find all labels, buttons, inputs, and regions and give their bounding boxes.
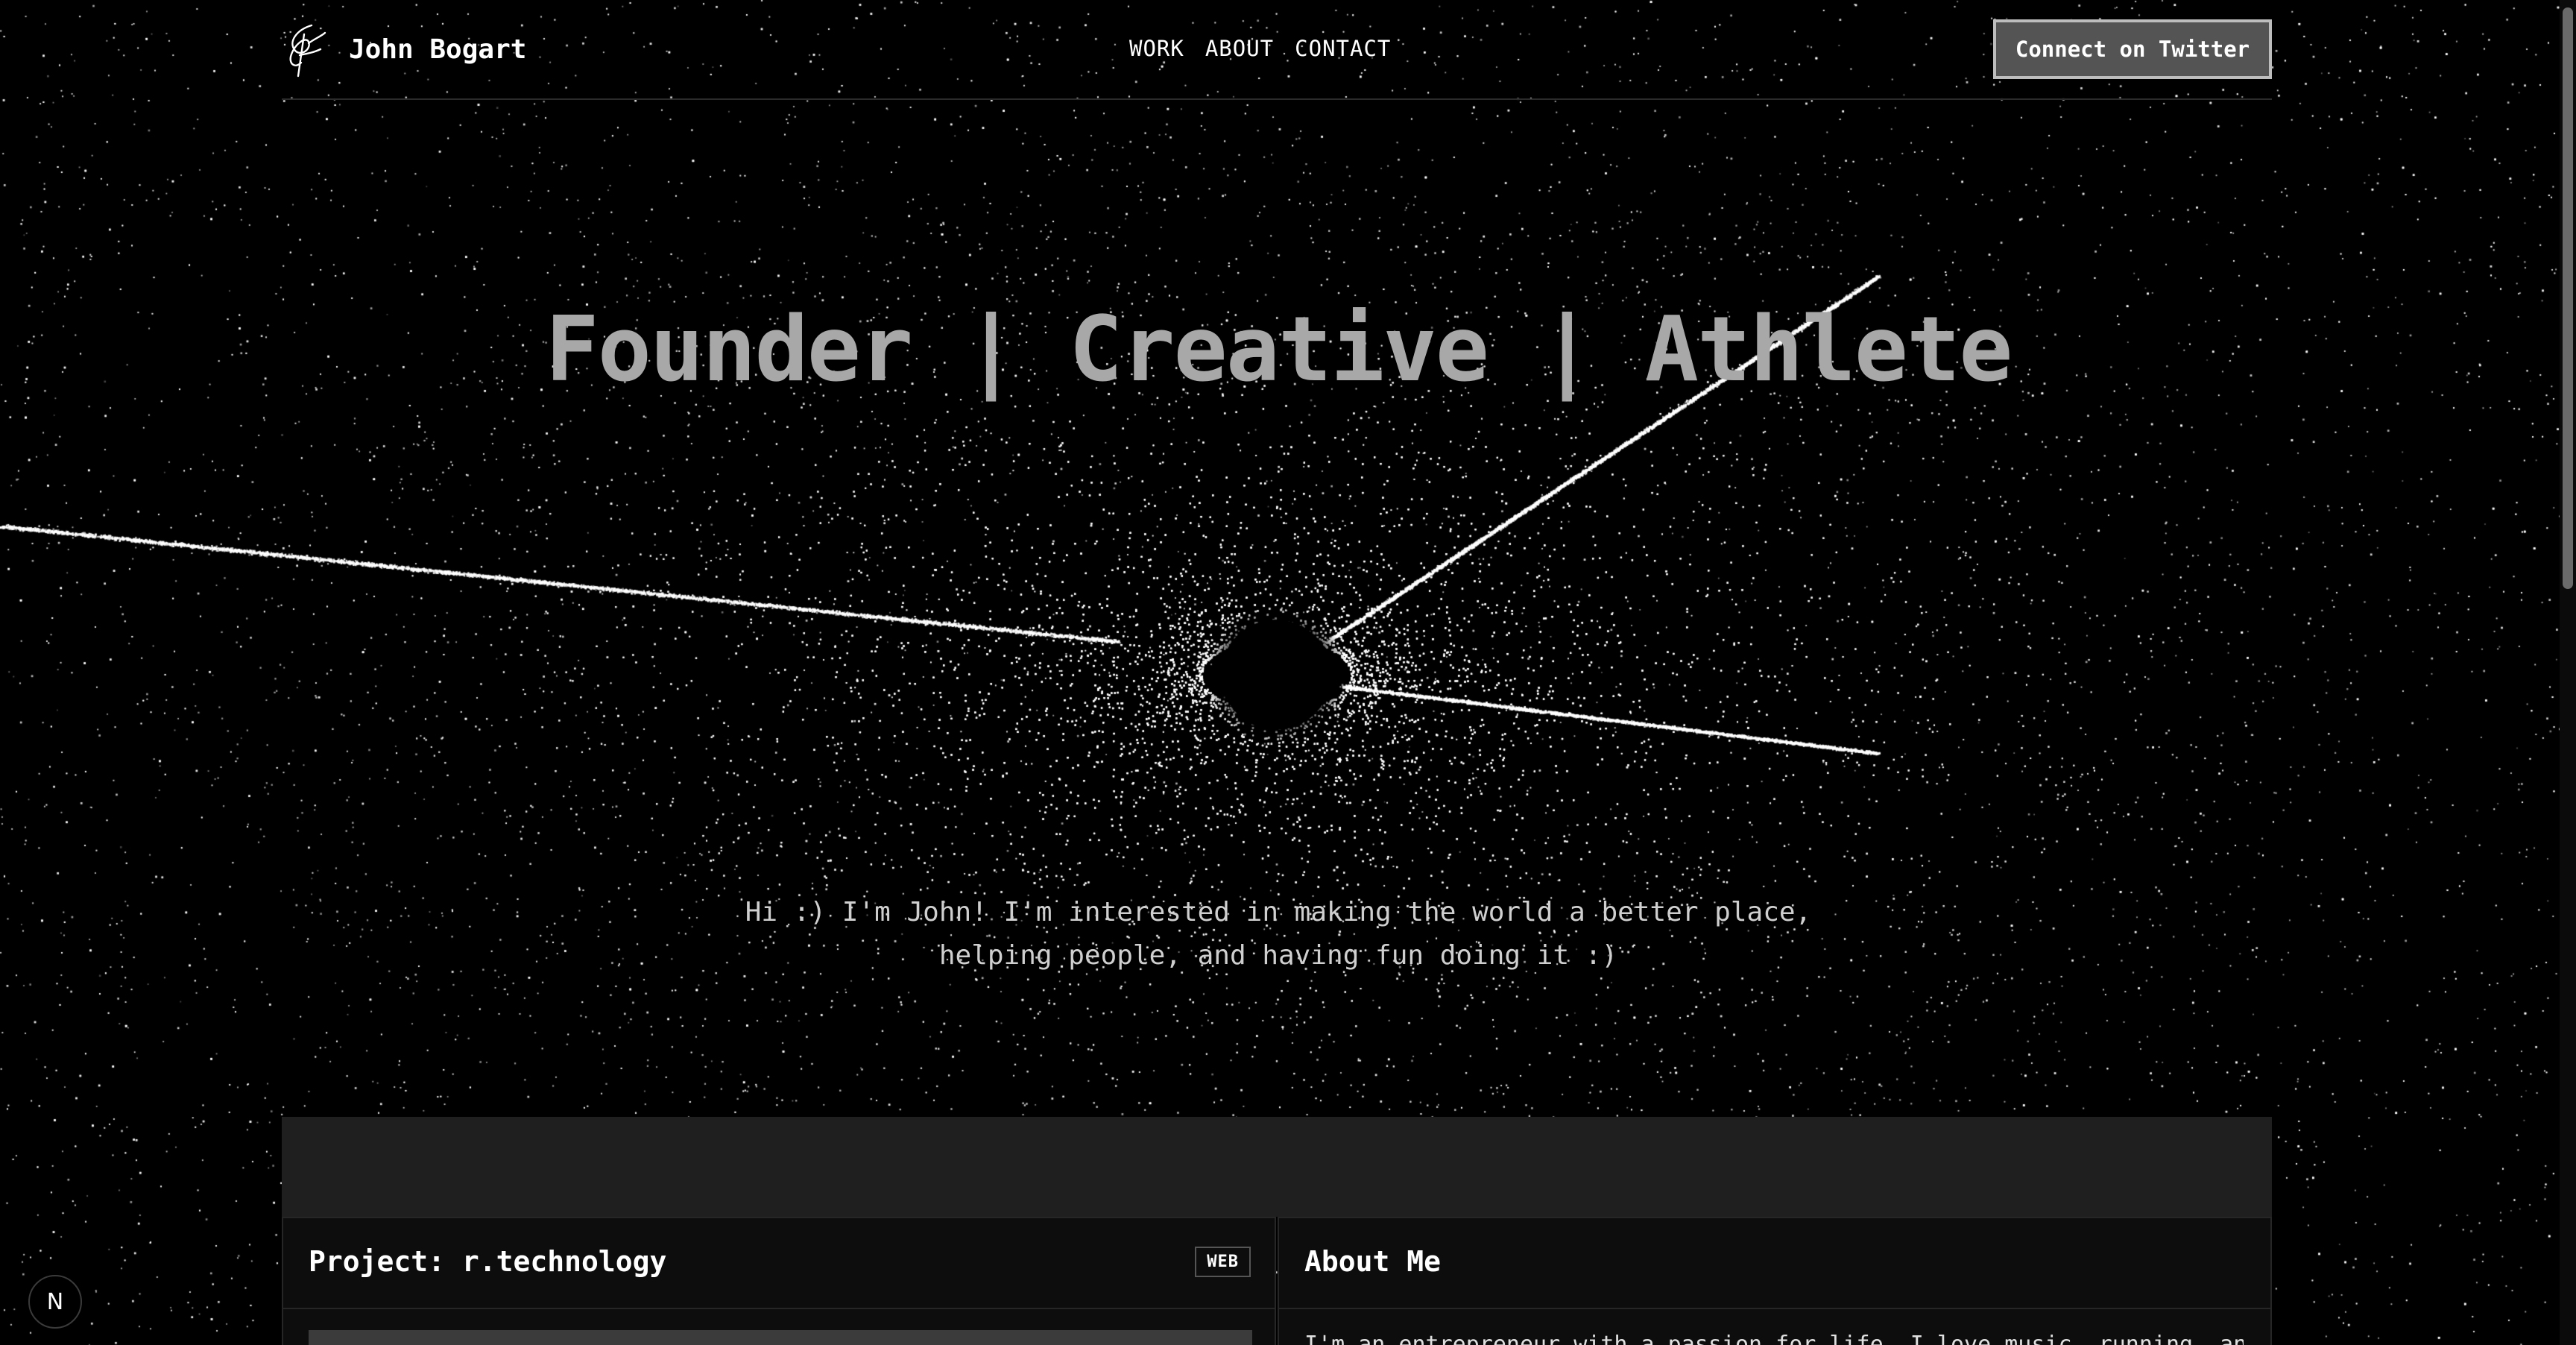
nextjs-icon[interactable]: N bbox=[28, 1275, 82, 1329]
scrollbar-thumb[interactable] bbox=[2563, 7, 2573, 589]
about-card-text: I'm an entrepreneur with a passion for l… bbox=[1304, 1332, 2244, 1345]
nav-contact[interactable]: CONTACT bbox=[1295, 36, 1391, 61]
main-nav: WORK ABOUT CONTACT bbox=[1129, 36, 1391, 61]
hero-subtitle-line-1: Hi :) I'm John! I'm interested in making… bbox=[745, 897, 1812, 927]
connect-twitter-button[interactable]: Connect on Twitter bbox=[1993, 19, 2272, 79]
hero-title: Founder | Creative | Athlete bbox=[545, 298, 2013, 402]
project-card-title: Project: r.technology bbox=[309, 1245, 667, 1278]
hero-subtitle: Hi :) I'm John! I'm interested in making… bbox=[0, 891, 2557, 977]
about-card-header: About Me bbox=[1279, 1218, 2270, 1309]
project-card[interactable]: Project: r.technology WEB bbox=[282, 1217, 1276, 1345]
project-preview-image bbox=[309, 1330, 1252, 1345]
project-card-header: Project: r.technology WEB bbox=[283, 1218, 1275, 1309]
signature-logo-icon bbox=[289, 24, 326, 78]
page: John Bogart WORK ABOUT CONTACT Connect o… bbox=[0, 0, 2576, 1345]
project-tag-badge: WEB bbox=[1195, 1247, 1251, 1277]
nav-about[interactable]: ABOUT bbox=[1205, 36, 1274, 61]
about-card: About Me I'm an entrepreneur with a pass… bbox=[1278, 1217, 2272, 1345]
hero-subtitle-line-2: helping people, and having fun doing it … bbox=[938, 940, 1618, 971]
about-card-title: About Me bbox=[1304, 1245, 1442, 1278]
section-header-bar bbox=[282, 1117, 2272, 1217]
logo[interactable]: John Bogart bbox=[282, 19, 526, 79]
scrollbar[interactable] bbox=[2560, 0, 2576, 1345]
nav-work[interactable]: WORK bbox=[1129, 36, 1184, 61]
site-name: John Bogart bbox=[349, 34, 527, 65]
site-header: John Bogart WORK ABOUT CONTACT Connect o… bbox=[282, 0, 2272, 100]
